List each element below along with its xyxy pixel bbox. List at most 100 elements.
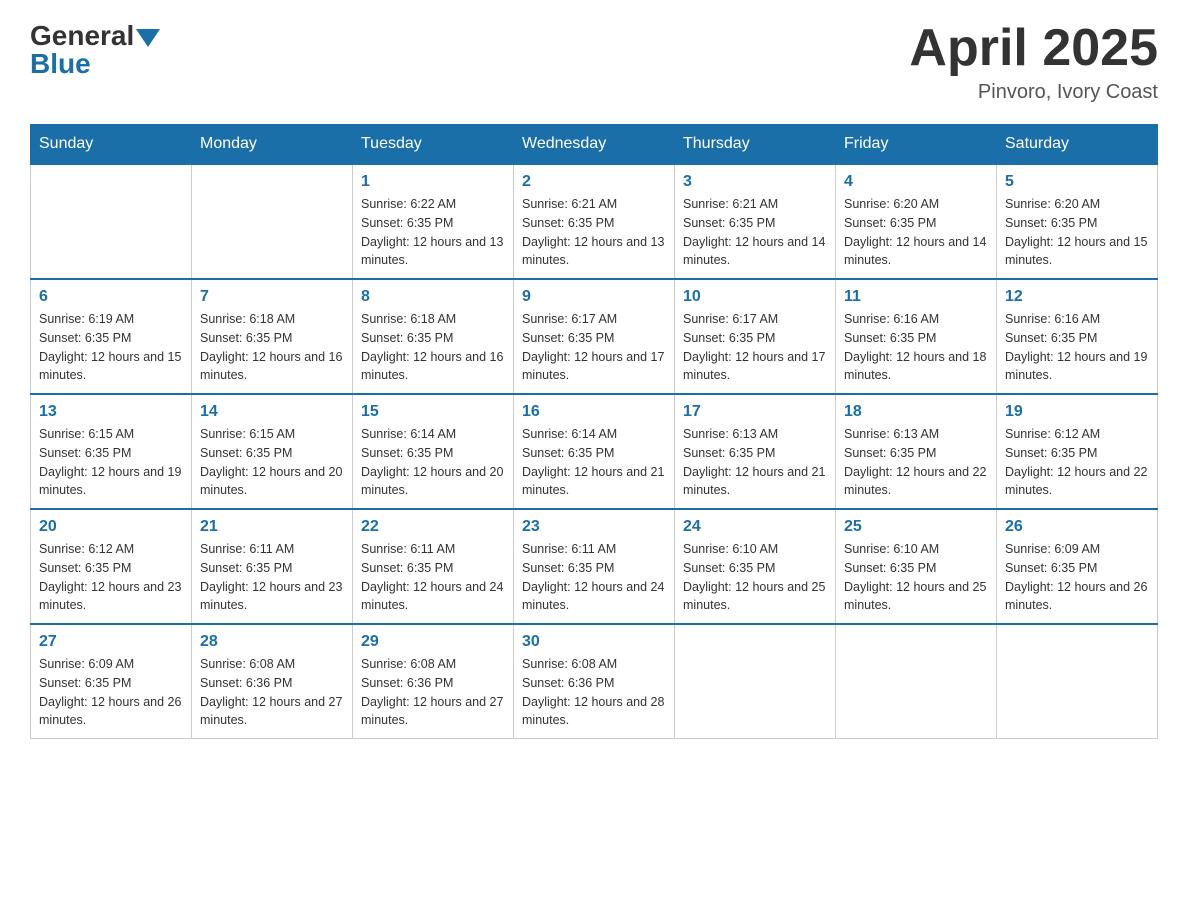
weekday-header-friday: Friday: [836, 125, 997, 165]
day-info: Sunrise: 6:15 AM Sunset: 6:35 PM Dayligh…: [200, 425, 344, 500]
day-number: 3: [683, 173, 827, 191]
calendar-cell: 16Sunrise: 6:14 AM Sunset: 6:35 PM Dayli…: [514, 394, 675, 509]
weekday-header-tuesday: Tuesday: [353, 125, 514, 165]
day-info: Sunrise: 6:11 AM Sunset: 6:35 PM Dayligh…: [361, 540, 505, 615]
calendar-cell: 28 Sunrise: 6:08 AM Sunset: 6:36 PM Dayli…: [192, 624, 353, 739]
day-number: 7: [200, 288, 344, 306]
weekday-header-sunday: Sunday: [31, 125, 192, 165]
day-info: Sunrise: 6:09 AM Sunset: 6:35 PM Dayligh…: [1005, 540, 1149, 615]
day-number: 13: [39, 403, 183, 421]
day-info: Sunrise: 6:13 AM Sunset: 6:35 PM Dayligh…: [683, 425, 827, 500]
calendar-body: 1 Sunrise: 6:22 AM Sunset: 6:35 PM Daylig…: [31, 164, 1158, 739]
day-number: 14: [200, 403, 344, 421]
day-number: 1: [361, 173, 505, 191]
calendar-cell: 1 Sunrise: 6:22 AM Sunset: 6:35 PM Daylig…: [353, 164, 514, 279]
calendar-cell: 8 Sunrise: 6:18 AM Sunset: 6:35 PM Daylig…: [353, 279, 514, 394]
logo-arrow-icon: [136, 29, 160, 47]
day-info: Sunrise: 6:11 AM Sunset: 6:35 PM Dayligh…: [522, 540, 666, 615]
day-number: 21: [200, 518, 344, 536]
day-number: 4: [844, 173, 988, 191]
month-title: April 2025: [909, 20, 1158, 77]
calendar-cell: 23Sunrise: 6:11 AM Sunset: 6:35 PM Dayli…: [514, 509, 675, 624]
day-number: 8: [361, 288, 505, 306]
day-info: Sunrise: 6:21 AM Sunset: 6:35 PM Dayligh…: [683, 195, 827, 270]
calendar-cell: 14 Sunrise: 6:15 AM Sunset: 6:35 PM Dayli…: [192, 394, 353, 509]
calendar-cell: 7 Sunrise: 6:18 AM Sunset: 6:35 PM Daylig…: [192, 279, 353, 394]
day-info: Sunrise: 6:20 AM Sunset: 6:35 PM Dayligh…: [1005, 195, 1149, 270]
day-number: 10: [683, 288, 827, 306]
calendar-cell: 29 Sunrise: 6:08 AM Sunset: 6:36 PM Dayli…: [353, 624, 514, 739]
calendar-week-1: 1 Sunrise: 6:22 AM Sunset: 6:35 PM Daylig…: [31, 164, 1158, 279]
day-number: 29: [361, 633, 505, 651]
calendar-cell: [31, 164, 192, 279]
weekday-header-wednesday: Wednesday: [514, 125, 675, 165]
day-info: Sunrise: 6:10 AM Sunset: 6:35 PM Dayligh…: [683, 540, 827, 615]
day-info: Sunrise: 6:12 AM Sunset: 6:35 PM Dayligh…: [39, 540, 183, 615]
calendar-cell: 30 Sunrise: 6:08 AM Sunset: 6:36 PM Dayli…: [514, 624, 675, 739]
day-info: Sunrise: 6:18 AM Sunset: 6:35 PM Dayligh…: [200, 310, 344, 385]
day-number: 20: [39, 518, 183, 536]
calendar-cell: 11 Sunrise: 6:16 AM Sunset: 6:35 PM Dayli…: [836, 279, 997, 394]
calendar-cell: 2 Sunrise: 6:21 AM Sunset: 6:35 PM Daylig…: [514, 164, 675, 279]
calendar-cell: 22 Sunrise: 6:11 AM Sunset: 6:35 PM Dayli…: [353, 509, 514, 624]
weekday-header-monday: Monday: [192, 125, 353, 165]
calendar-cell: 17Sunrise: 6:13 AM Sunset: 6:35 PM Dayli…: [675, 394, 836, 509]
calendar-cell: [675, 624, 836, 739]
calendar-header: SundayMondayTuesdayWednesdayThursdayFrid…: [31, 125, 1158, 165]
day-number: 28: [200, 633, 344, 651]
day-info: Sunrise: 6:22 AM Sunset: 6:35 PM Dayligh…: [361, 195, 505, 270]
calendar-cell: 25Sunrise: 6:10 AM Sunset: 6:35 PM Dayli…: [836, 509, 997, 624]
day-info: Sunrise: 6:08 AM Sunset: 6:36 PM Dayligh…: [361, 655, 505, 730]
calendar-cell: 18 Sunrise: 6:13 AM Sunset: 6:35 PM Dayli…: [836, 394, 997, 509]
calendar-cell: 5 Sunrise: 6:20 AM Sunset: 6:35 PM Daylig…: [997, 164, 1158, 279]
day-info: Sunrise: 6:09 AM Sunset: 6:35 PM Dayligh…: [39, 655, 183, 730]
day-number: 30: [522, 633, 666, 651]
calendar-cell: 4Sunrise: 6:20 AM Sunset: 6:35 PM Daylig…: [836, 164, 997, 279]
day-number: 22: [361, 518, 505, 536]
logo-blue-text: Blue: [30, 48, 91, 80]
calendar-cell: 15Sunrise: 6:14 AM Sunset: 6:35 PM Dayli…: [353, 394, 514, 509]
day-number: 27: [39, 633, 183, 651]
calendar-week-3: 13 Sunrise: 6:15 AM Sunset: 6:35 PM Dayli…: [31, 394, 1158, 509]
calendar-cell: 19 Sunrise: 6:12 AM Sunset: 6:35 PM Dayli…: [997, 394, 1158, 509]
day-number: 5: [1005, 173, 1149, 191]
calendar-cell: [192, 164, 353, 279]
day-info: Sunrise: 6:16 AM Sunset: 6:35 PM Dayligh…: [844, 310, 988, 385]
day-number: 2: [522, 173, 666, 191]
calendar-table: SundayMondayTuesdayWednesdayThursdayFrid…: [30, 124, 1158, 739]
weekday-header-saturday: Saturday: [997, 125, 1158, 165]
title-block: April 2025 Pinvoro, Ivory Coast: [909, 20, 1158, 104]
calendar-week-5: 27 Sunrise: 6:09 AM Sunset: 6:35 PM Dayli…: [31, 624, 1158, 739]
calendar-cell: 12 Sunrise: 6:16 AM Sunset: 6:35 PM Dayli…: [997, 279, 1158, 394]
calendar-cell: 10 Sunrise: 6:17 AM Sunset: 6:35 PM Dayli…: [675, 279, 836, 394]
day-number: 12: [1005, 288, 1149, 306]
calendar-week-2: 6Sunrise: 6:19 AM Sunset: 6:35 PM Daylig…: [31, 279, 1158, 394]
calendar-cell: [836, 624, 997, 739]
day-number: 6: [39, 288, 183, 306]
logo: General Blue: [30, 20, 160, 80]
day-number: 24: [683, 518, 827, 536]
calendar-cell: 27 Sunrise: 6:09 AM Sunset: 6:35 PM Dayli…: [31, 624, 192, 739]
day-info: Sunrise: 6:12 AM Sunset: 6:35 PM Dayligh…: [1005, 425, 1149, 500]
day-info: Sunrise: 6:11 AM Sunset: 6:35 PM Dayligh…: [200, 540, 344, 615]
day-number: 18: [844, 403, 988, 421]
calendar-cell: [997, 624, 1158, 739]
day-info: Sunrise: 6:15 AM Sunset: 6:35 PM Dayligh…: [39, 425, 183, 500]
day-info: Sunrise: 6:08 AM Sunset: 6:36 PM Dayligh…: [522, 655, 666, 730]
day-number: 9: [522, 288, 666, 306]
day-number: 19: [1005, 403, 1149, 421]
calendar-cell: 24 Sunrise: 6:10 AM Sunset: 6:35 PM Dayli…: [675, 509, 836, 624]
day-info: Sunrise: 6:16 AM Sunset: 6:35 PM Dayligh…: [1005, 310, 1149, 385]
day-info: Sunrise: 6:13 AM Sunset: 6:35 PM Dayligh…: [844, 425, 988, 500]
day-info: Sunrise: 6:08 AM Sunset: 6:36 PM Dayligh…: [200, 655, 344, 730]
calendar-week-4: 20 Sunrise: 6:12 AM Sunset: 6:35 PM Dayli…: [31, 509, 1158, 624]
day-info: Sunrise: 6:17 AM Sunset: 6:35 PM Dayligh…: [683, 310, 827, 385]
day-info: Sunrise: 6:14 AM Sunset: 6:35 PM Dayligh…: [522, 425, 666, 500]
day-info: Sunrise: 6:18 AM Sunset: 6:35 PM Dayligh…: [361, 310, 505, 385]
day-info: Sunrise: 6:10 AM Sunset: 6:35 PM Dayligh…: [844, 540, 988, 615]
day-number: 11: [844, 288, 988, 306]
page-header: General Blue April 2025 Pinvoro, Ivory C…: [30, 20, 1158, 104]
day-number: 15: [361, 403, 505, 421]
calendar-cell: 3 Sunrise: 6:21 AM Sunset: 6:35 PM Daylig…: [675, 164, 836, 279]
day-info: Sunrise: 6:21 AM Sunset: 6:35 PM Dayligh…: [522, 195, 666, 270]
